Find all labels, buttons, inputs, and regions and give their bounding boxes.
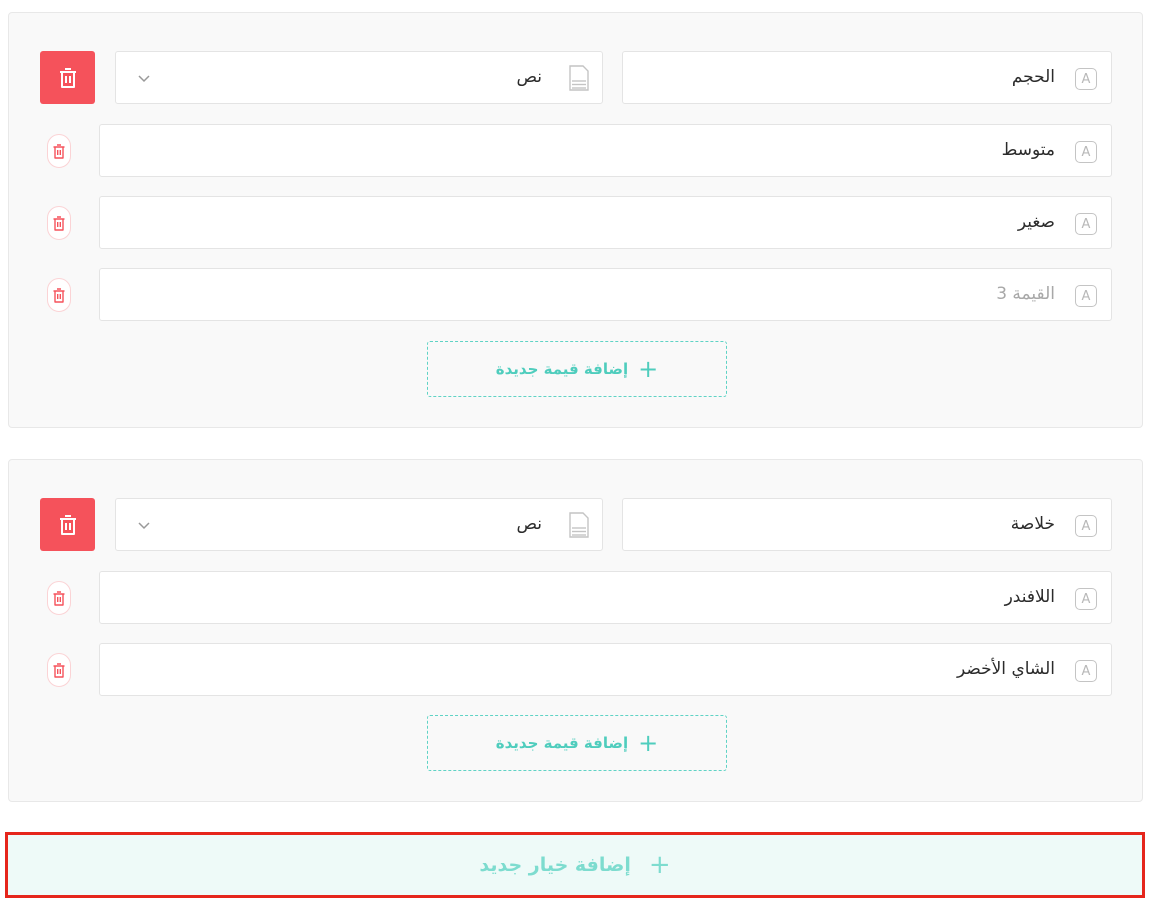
chevron-down-icon (138, 75, 150, 83)
text-field-icon: A (1075, 68, 1097, 90)
option-value-text: اللافندر (1004, 587, 1055, 607)
delete-value-button[interactable] (47, 278, 71, 312)
delete-value-button[interactable] (47, 206, 71, 240)
document-icon (569, 512, 589, 538)
option-value-text: صغير (1017, 212, 1055, 232)
option-name-field[interactable]: A الحجم (622, 51, 1112, 104)
add-option-button[interactable]: + إضافة خيار جديد (5, 832, 1145, 898)
option-name-field[interactable]: A خلاصة (622, 498, 1112, 551)
add-option-label: إضافة خيار جديد (479, 854, 631, 876)
option-value-field[interactable]: A متوسط (99, 124, 1112, 177)
trash-icon (53, 215, 65, 231)
text-field-icon: A (1075, 285, 1097, 307)
add-value-button[interactable]: + إضافة قيمة جديدة (427, 341, 727, 397)
option-type-value: نص (516, 514, 542, 534)
delete-value-button[interactable] (47, 653, 71, 687)
add-value-label: إضافة قيمة جديدة (495, 734, 629, 752)
option-value-field[interactable]: A القيمة 3 (99, 268, 1112, 321)
options-editor: A الحجم نص A متوسط A صغير A القيمة 3 + إ… (0, 0, 1166, 906)
document-icon (569, 65, 589, 91)
option-value-placeholder: القيمة 3 (996, 284, 1055, 304)
delete-option-button[interactable] (40, 498, 95, 551)
delete-value-button[interactable] (47, 581, 71, 615)
trash-icon (53, 590, 65, 606)
trash-icon (53, 143, 65, 159)
plus-icon: + (648, 850, 671, 880)
option-value-field[interactable]: A صغير (99, 196, 1112, 249)
option-type-select[interactable]: نص (115, 51, 603, 104)
delete-option-button[interactable] (40, 51, 95, 104)
plus-icon: + (638, 355, 659, 383)
option-value-field[interactable]: A الشاي الأخضر (99, 643, 1112, 696)
trash-icon (53, 662, 65, 678)
option-value-text: متوسط (1001, 140, 1055, 160)
text-field-icon: A (1075, 213, 1097, 235)
option-value-field[interactable]: A اللافندر (99, 571, 1112, 624)
option-card: A الحجم نص A متوسط A صغير A القيمة 3 + إ… (8, 12, 1143, 428)
text-field-icon: A (1075, 588, 1097, 610)
trash-icon (59, 514, 76, 535)
add-value-button[interactable]: + إضافة قيمة جديدة (427, 715, 727, 771)
text-field-icon: A (1075, 141, 1097, 163)
option-value-text: الشاي الأخضر (956, 659, 1055, 679)
plus-icon: + (638, 729, 659, 757)
option-card: A خلاصة نص A اللافندر A الشاي الأخضر + إ… (8, 459, 1143, 802)
delete-value-button[interactable] (47, 134, 71, 168)
add-value-label: إضافة قيمة جديدة (495, 360, 629, 378)
option-type-value: نص (516, 67, 542, 87)
option-name-value: خلاصة (1010, 514, 1055, 534)
chevron-down-icon (138, 522, 150, 530)
text-field-icon: A (1075, 660, 1097, 682)
option-type-select[interactable]: نص (115, 498, 603, 551)
option-name-value: الحجم (1011, 67, 1055, 87)
trash-icon (59, 67, 76, 88)
trash-icon (53, 287, 65, 303)
text-field-icon: A (1075, 515, 1097, 537)
